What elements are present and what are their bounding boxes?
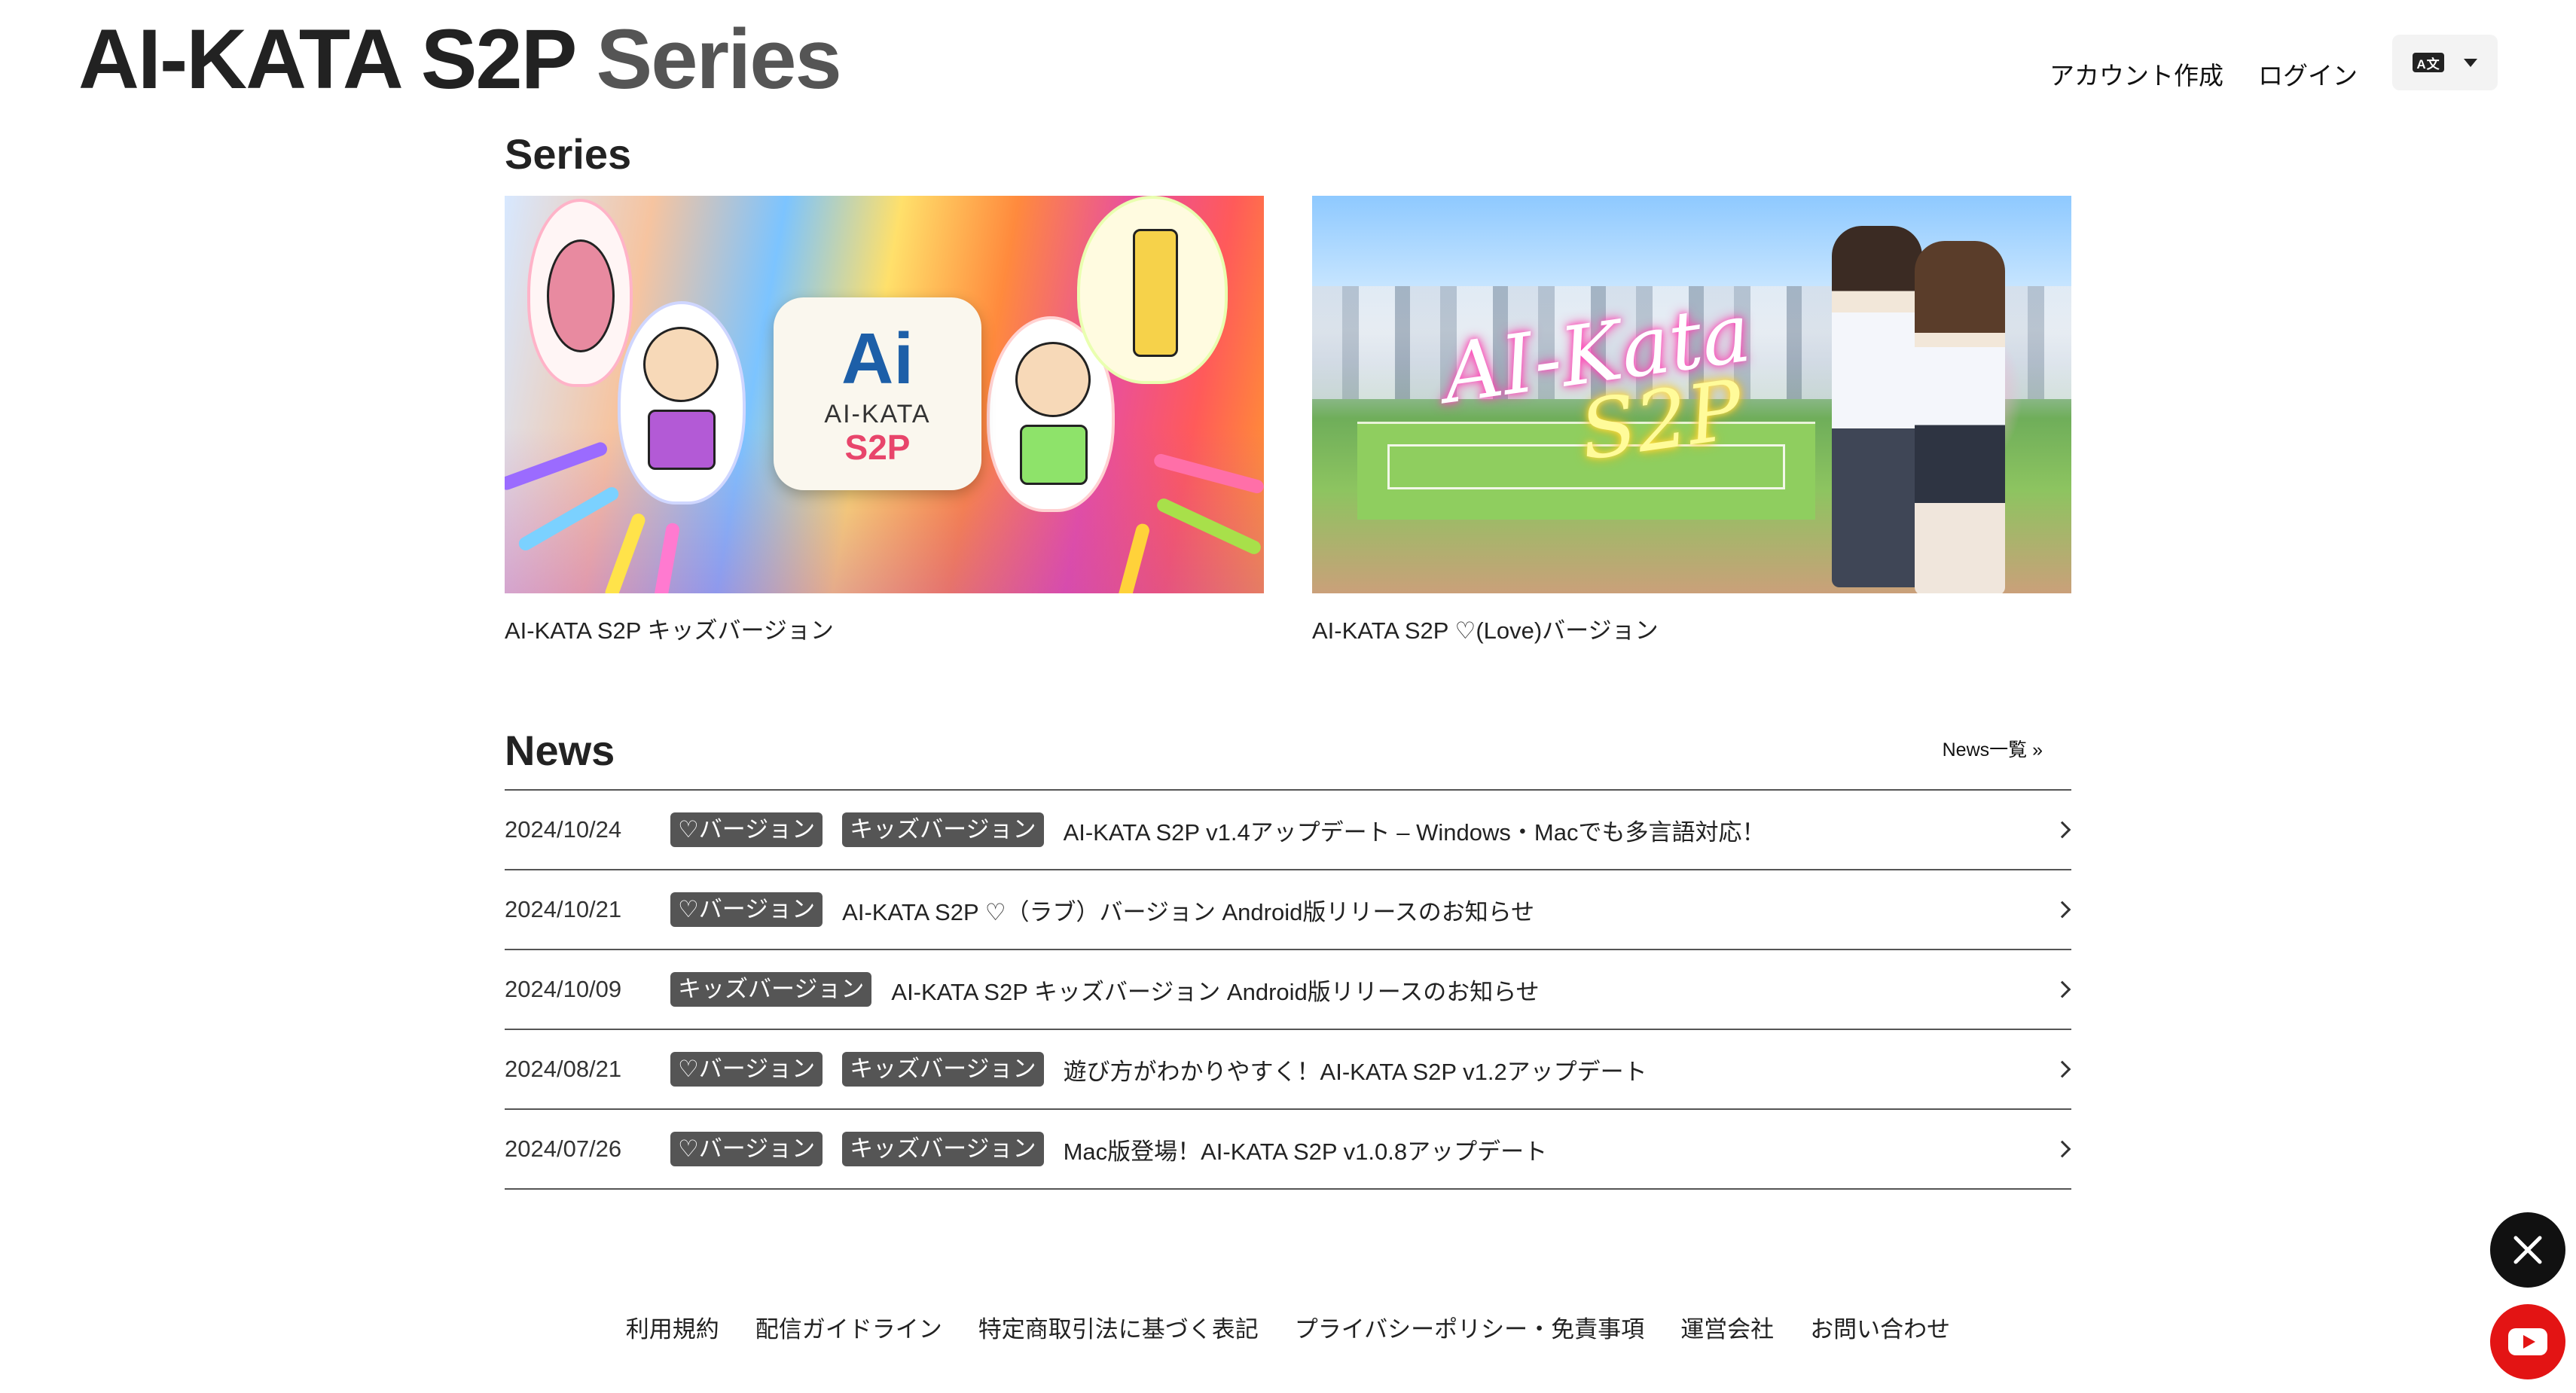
news-tag: キッズバージョン (842, 1052, 1044, 1087)
chevron-right-icon (2053, 1140, 2071, 1158)
logo-sub-text: Series (596, 12, 842, 106)
sticker-boy (618, 301, 746, 504)
youtube-logo-icon (2508, 1328, 2547, 1355)
news-list: 2024/10/24 ♡バージョン キッズバージョン AI-KATA S2P v… (505, 791, 2071, 1190)
sticker-creature (527, 199, 633, 387)
kids-logo-big: Ai (841, 318, 914, 399)
series-card-kids[interactable]: Ai AI-KATA S2P AI-KATA S2P キッズバージョン (505, 196, 1264, 648)
signup-link[interactable]: アカウント作成 (2050, 33, 2223, 92)
news-item[interactable]: 2024/07/26 ♡バージョン キッズバージョン Mac版登場！AI-KAT… (505, 1110, 2071, 1190)
top-nav: アカウント作成 ログイン A文 (2050, 33, 2498, 92)
x-social-button[interactable] (2490, 1212, 2565, 1288)
sticker-giraffe (1077, 196, 1228, 384)
series-image-love[interactable]: AI-Kata S2P (1312, 196, 2071, 593)
crayon (516, 484, 621, 553)
news-title: Mac版登場！AI-KATA S2P v1.0.8アップデート (1063, 1138, 1548, 1165)
girl-character (1915, 241, 2005, 593)
news-date: 2024/07/26 (505, 1135, 622, 1162)
x-logo-icon (2513, 1236, 2542, 1264)
crayon (1116, 522, 1151, 593)
crayon (1155, 496, 1263, 556)
footer-link-guidelines[interactable]: 配信ガイドライン (755, 1310, 942, 1344)
login-link[interactable]: ログイン (2258, 33, 2358, 92)
news-tag: キッズバージョン (670, 972, 872, 1007)
translate-icon: A文 (2413, 53, 2444, 72)
series-heading: Series (505, 130, 632, 178)
language-dropdown[interactable]: A文 (2392, 35, 2498, 90)
logo-main-text: AI-KATA S2P (78, 12, 575, 106)
news-date: 2024/10/24 (505, 816, 622, 843)
news-title: AI-KATA S2P v1.4アップデート – Windows・Macでも多言… (1063, 818, 1766, 846)
news-all-link[interactable]: News一覧 » (1943, 735, 2043, 762)
boy-character (1832, 226, 1922, 587)
news-date: 2024/10/09 (505, 976, 622, 1002)
chevron-right-icon (2053, 1060, 2071, 1078)
news-item[interactable]: 2024/10/24 ♡バージョン キッズバージョン AI-KATA S2P v… (505, 791, 2071, 870)
news-header: News News一覧 » (505, 717, 2071, 791)
series-grid: Ai AI-KATA S2P AI-KATA S2P キッズバージョン AI-K… (505, 196, 2071, 648)
news-date: 2024/10/21 (505, 896, 622, 922)
chevron-right-icon (2053, 821, 2071, 839)
series-caption-love[interactable]: AI-KATA S2P ♡(Love)バージョン (1312, 614, 2071, 648)
footer-link-terms[interactable]: 利用規約 (626, 1310, 719, 1344)
news-heading: News (505, 727, 615, 774)
main-content: Series Ai AI-KATA S2P AI-KATA S2P キッズバージ… (505, 120, 2071, 1190)
site-logo[interactable]: AI-KATA S2P Series (78, 11, 842, 108)
news-tag: キッズバージョン (842, 1132, 1044, 1166)
series-caption-kids[interactable]: AI-KATA S2P キッズバージョン (505, 614, 1264, 648)
chevron-right-icon (2053, 980, 2071, 998)
news-item[interactable]: 2024/08/21 ♡バージョン キッズバージョン 遊び方がわかりやすく！AI… (505, 1030, 2071, 1110)
news-tag: ♡バージョン (670, 892, 823, 927)
crayon (603, 511, 647, 593)
series-card-love[interactable]: AI-Kata S2P AI-KATA S2P ♡(Love)バージョン (1312, 196, 2071, 648)
love-logo-line2: S2P (1574, 363, 1749, 479)
crayon (505, 440, 609, 492)
footer-link-company[interactable]: 運営会社 (1680, 1310, 1774, 1344)
news-tag: キッズバージョン (842, 812, 1044, 847)
footer-link-contact[interactable]: お問い合わせ (1810, 1310, 1950, 1344)
kids-logo-s2p: S2P (844, 427, 911, 467)
series-image-kids[interactable]: Ai AI-KATA S2P (505, 196, 1264, 593)
crayon (1152, 452, 1264, 495)
news-item[interactable]: 2024/10/09 キッズバージョン AI-KATA S2P キッズバージョン… (505, 950, 2071, 1030)
news-title: AI-KATA S2P キッズバージョン Android版リリースのお知らせ (891, 978, 1540, 1005)
news-date: 2024/08/21 (505, 1056, 622, 1082)
news-item[interactable]: 2024/10/21 ♡バージョン AI-KATA S2P ♡（ラブ）バージョン… (505, 870, 2071, 950)
kids-logo-mid: AI-KATA (824, 399, 931, 428)
footer-link-privacy[interactable]: プライバシーポリシー・免責事項 (1295, 1310, 1644, 1344)
news-tag: ♡バージョン (670, 1132, 823, 1166)
footer-links: 利用規約 配信ガイドライン 特定商取引法に基づく表記 プライバシーポリシー・免責… (0, 1310, 2576, 1344)
news-tag: ♡バージョン (670, 1052, 823, 1087)
footer-link-commerce-law[interactable]: 特定商取引法に基づく表記 (978, 1310, 1259, 1344)
love-logo: AI-Kata S2P (1437, 286, 1766, 487)
youtube-social-button[interactable] (2490, 1304, 2565, 1379)
news-title: AI-KATA S2P ♡（ラブ）バージョン Android版リリースのお知らせ (842, 898, 1535, 925)
crayon (652, 522, 681, 593)
news-title: 遊び方がわかりやすく！AI-KATA S2P v1.2アップデート (1063, 1058, 1647, 1085)
caret-down-icon (2464, 58, 2477, 67)
chevron-right-icon (2053, 901, 2071, 919)
kids-app-icon: Ai AI-KATA S2P (774, 297, 981, 490)
news-tag: ♡バージョン (670, 812, 823, 847)
